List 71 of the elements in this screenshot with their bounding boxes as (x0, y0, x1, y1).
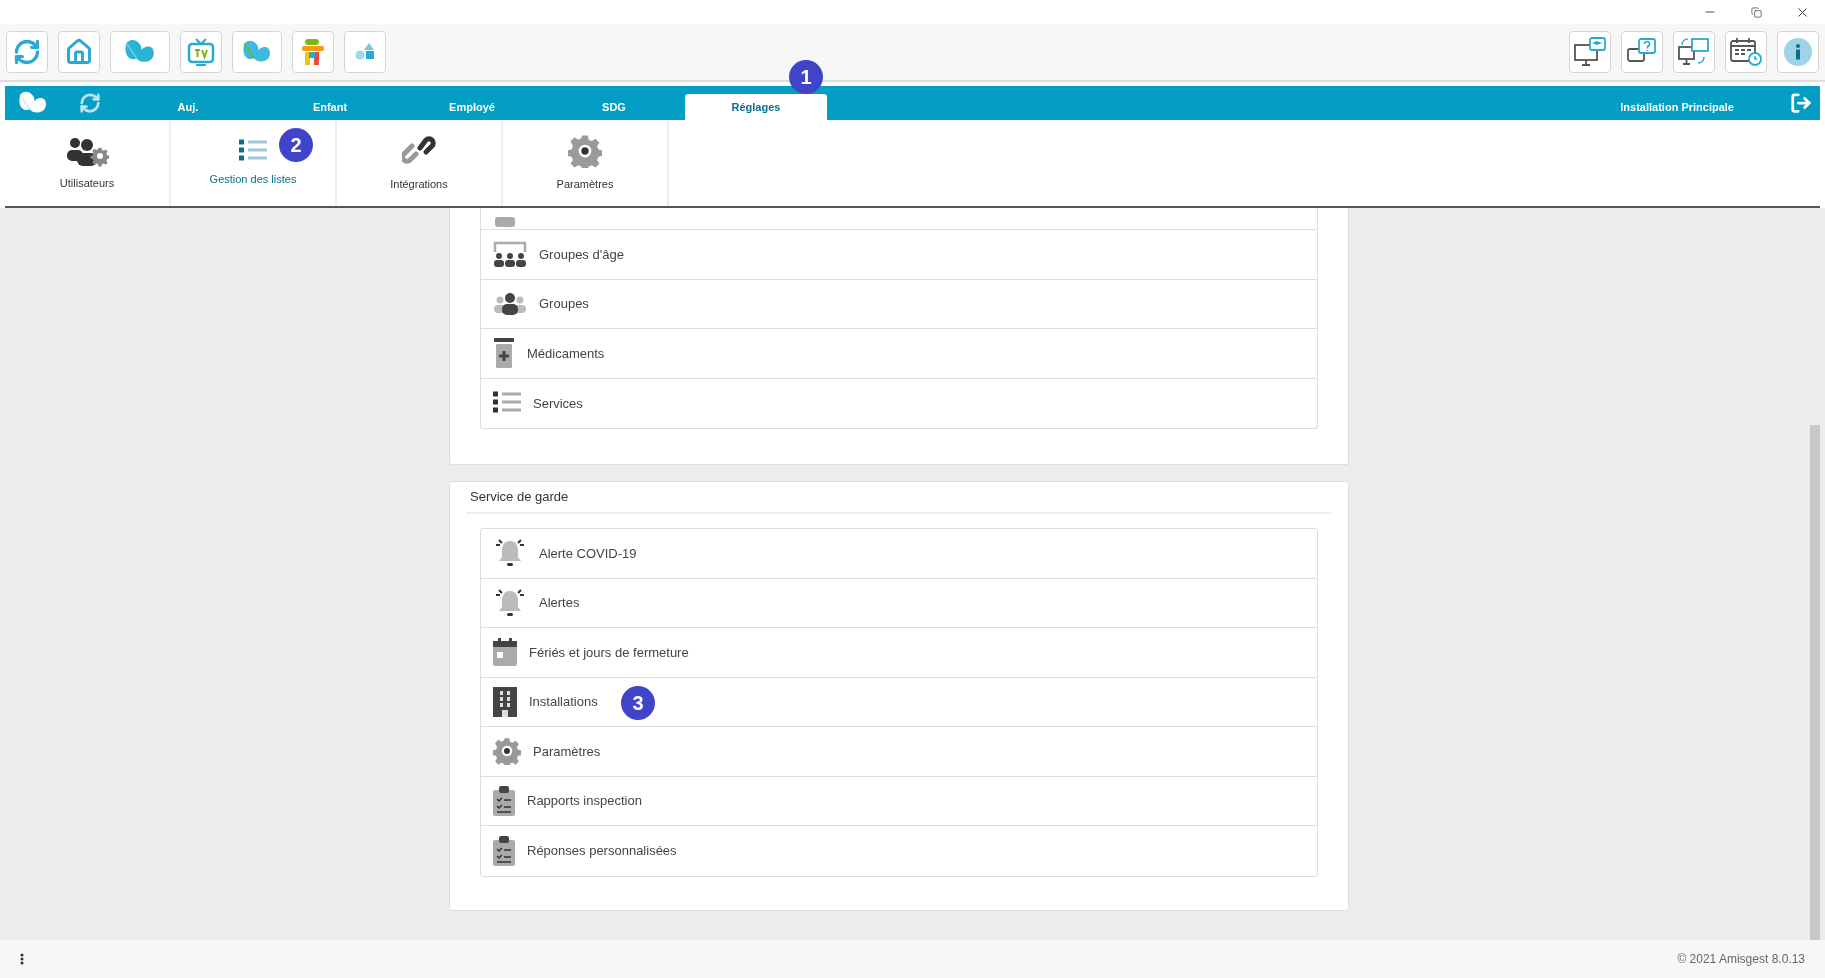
row-label: Réponses personnalisées (527, 842, 677, 860)
restore-icon (1750, 6, 1762, 18)
home-button[interactable] (58, 31, 100, 73)
row-label: Groupes d'âge (539, 245, 624, 264)
number-badge: 3 (621, 685, 655, 720)
row-label: Rapports inspection (527, 792, 642, 810)
row-label: Médicaments (527, 344, 605, 363)
more-options-icon[interactable] (20, 953, 24, 965)
info-button[interactable] (1777, 31, 1819, 73)
installation-name: Installation Principale (1620, 99, 1735, 115)
clipboard-checklist-icon (493, 835, 515, 866)
refresh-icon[interactable] (79, 92, 101, 114)
calendar-icon (493, 638, 517, 667)
list-row[interactable]: Alertes (481, 578, 1317, 628)
training-button[interactable] (1569, 31, 1611, 73)
gear-icon (568, 133, 602, 168)
list-icon (493, 391, 521, 416)
schedule-button[interactable] (1725, 31, 1767, 73)
remote-screens-button[interactable] (1673, 31, 1715, 73)
logout-icon[interactable] (1790, 92, 1812, 114)
bell-icon (493, 539, 527, 568)
two-monitors-icon (1678, 37, 1710, 67)
list-row[interactable]: Médicaments (481, 329, 1317, 379)
list-row[interactable]: Groupes d'âge (481, 230, 1317, 280)
gear-icon (493, 737, 521, 766)
submenu-item[interactable]: Gestion des listes 2 (171, 120, 337, 206)
people-icon (493, 291, 527, 316)
list-row[interactable]: Groupes (481, 279, 1317, 329)
bell-icon (493, 588, 527, 617)
number-badge: 1 (789, 60, 823, 94)
shapes-icon (355, 43, 375, 61)
refresh-icon (13, 38, 41, 66)
list-row[interactable]: Réponses personnalisées (481, 826, 1317, 876)
logo-button[interactable] (110, 31, 170, 73)
row-label: Alertes (539, 594, 580, 612)
figure-button[interactable] (292, 31, 334, 73)
calendar-clock-icon (1730, 38, 1762, 66)
butterfly-button[interactable] (232, 31, 282, 73)
tv-button[interactable] (180, 31, 222, 73)
list-row[interactable]: Services (481, 378, 1317, 428)
row-label: Paramètres (533, 742, 601, 761)
number-badge: 2 (279, 128, 313, 162)
info-icon (1783, 37, 1813, 67)
copyright-text: © 2021 Amisgest 8.0.13 (1677, 951, 1805, 968)
row-label: Installations (529, 693, 598, 711)
list-row[interactable]: Rapports inspection (481, 776, 1317, 826)
list-row[interactable]: Paramètres (481, 727, 1317, 777)
clipboard-checklist-icon (493, 785, 515, 816)
row-label: Services (533, 394, 583, 413)
shapes-button[interactable] (344, 31, 386, 73)
row-label: Groupes (539, 295, 589, 313)
pill-bottle-icon (493, 338, 515, 369)
submenu-item[interactable]: Utilisateurs (5, 120, 171, 206)
list-row[interactable]: Alerte COVID-19 (481, 529, 1317, 579)
colorful-figure-icon (300, 37, 326, 67)
cropped-icon (493, 217, 517, 229)
refresh-button[interactable] (6, 31, 48, 73)
list-row[interactable]: Fériés et jours de fermeture (481, 628, 1317, 678)
nav-tab[interactable]: Réglages (685, 94, 827, 120)
row-label: Alerte COVID-19 (539, 544, 637, 563)
submenu-item[interactable]: Intégrations (337, 120, 503, 206)
submenu-item[interactable]: Paramètres (503, 120, 669, 206)
building-icon (493, 686, 517, 717)
list-icon (239, 138, 267, 163)
home-icon (65, 38, 93, 66)
group-seats-icon (493, 240, 527, 269)
tv-icon (187, 37, 215, 67)
row-label: Fériés et jours de fermeture (529, 643, 689, 662)
help-chat-button[interactable] (1621, 31, 1663, 73)
list-row[interactable]: Installations 3 (481, 677, 1317, 727)
section-title: Service de garde (470, 488, 569, 507)
